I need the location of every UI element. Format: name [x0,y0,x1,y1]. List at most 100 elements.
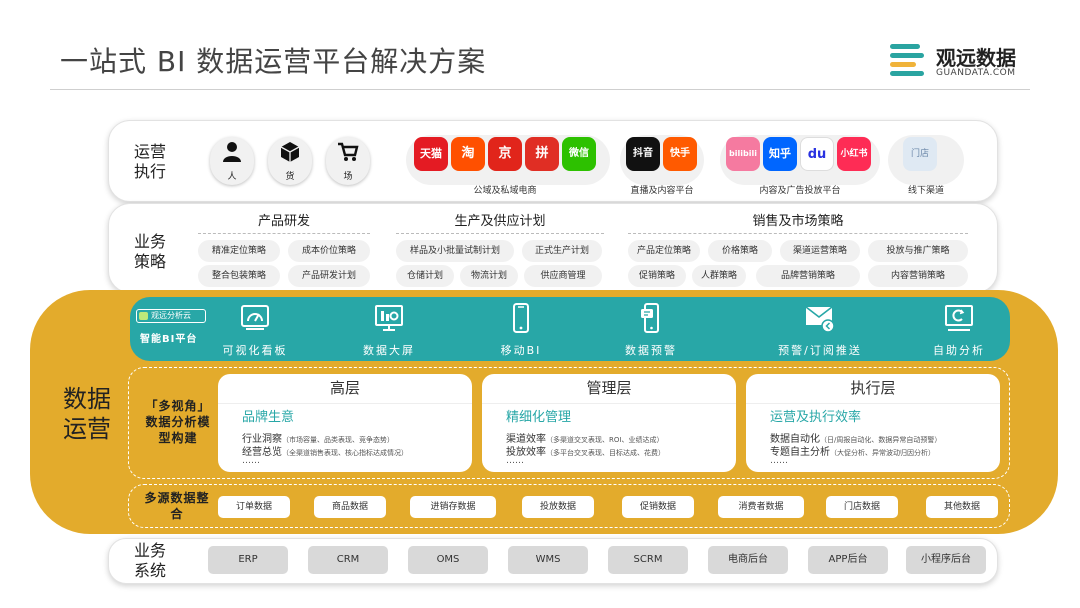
tool-data-alert[interactable]: 数据预警 [596,300,706,358]
entity-person: 人 [210,137,254,185]
level-line: 专题自主分析（大促分析、异常波动归因分析） [770,447,935,458]
strategy-item: 仓储计划 [396,265,454,287]
tool-caption: 数据大屏 [363,344,415,357]
brand-logo: 观远数据 GUANDATA.COM [890,40,1040,84]
source-chip-ads: 投放数据 [522,496,594,518]
title-divider [50,89,1030,90]
system-oms: OMS [408,546,488,574]
entity-caption: 人 [227,172,237,182]
kuaishou-app-icon: 快手 [663,137,697,171]
channel-caption: 线下渠道 [907,186,944,196]
store-app-icon: 门店 [903,137,937,171]
level-title: 执行层 [746,377,1000,404]
system-wms: WMS [508,546,588,574]
source-chip-others: 其他数据 [926,496,998,518]
entity-caption: 场 [343,172,353,182]
bi-platform-subtitle: 智能BI平台 [140,334,198,345]
source-chip-consumers: 消费者数据 [718,496,804,518]
level-card-executive: 高层 品牌生意 行业洞察（市场容量、品类表现、竞争态势） 经营总览（全渠道销售表… [218,374,472,472]
system-crm: CRM [308,546,388,574]
level-card-management: 管理层 精细化管理 渠道效率（多渠道交叉表现、ROI、业绩达成） 投放效率（多平… [482,374,736,472]
bi-platform-badge: 观远分析云 [136,309,206,323]
douyin-app-icon: 抖音 [626,137,660,171]
system-app-backend: APP后台 [808,546,888,574]
system-miniprogram-backend: 小程序后台 [906,546,986,574]
strategy-item: 价格策略 [708,240,772,262]
wechat-app-icon: 微信 [562,137,596,171]
strategy-item: 内容营销策略 [868,265,968,287]
system-ecommerce-backend: 电商后台 [708,546,788,574]
auto-analysis-icon [945,305,973,331]
tool-bigscreen[interactable]: 数据大屏 [334,300,444,358]
screen-icon [375,305,403,331]
mobile-icon [513,303,529,333]
level-more: …… [506,456,524,466]
strategy-group-title: 生产及供应计划 [396,210,604,234]
level-more: …… [770,456,788,466]
logo-domain: GUANDATA.COM [936,68,1016,78]
strategy-group-title: 销售及市场策略 [628,210,968,234]
source-chip-stores: 门店数据 [826,496,898,518]
strategy-item: 供应商管理 [524,265,602,287]
strategy-item: 整合包装策略 [198,265,280,287]
strategy-item: 样品及小批量试制计划 [396,240,514,262]
strategy-item: 投放与推广策略 [868,240,968,262]
tmall-app-icon: 天猫 [414,137,448,171]
level-line: 投放效率（多平台交叉表现、目标达成、花费） [506,447,665,458]
level-more: …… [242,456,260,466]
level-title: 高层 [218,377,472,404]
tool-subscription-push[interactable]: 预警/订阅推送 [752,300,888,358]
strategy-item: 促销策略 [628,265,686,287]
tool-caption: 预警/订阅推送 [778,344,862,357]
strategy-item: 成本价位策略 [288,240,370,262]
level-card-operations: 执行层 运营及执行效率 数据自动化（日/周报自动化、数据异常自动预警） 专题自主… [746,374,1000,472]
strategy-group-title: 产品研发 [198,210,370,234]
strategy-item: 物流计划 [460,265,518,287]
strategy-item: 正式生产计划 [522,240,602,262]
zhihu-app-icon: 知乎 [763,137,797,171]
ops-exec-label: 运营执行 [133,142,166,181]
system-erp: ERP [208,546,288,574]
tool-mobile-bi[interactable]: 移动BI [466,300,576,358]
tool-caption: 可视化看板 [222,344,288,357]
tool-self-analysis[interactable]: 自助分析 [904,300,1014,358]
strategy-item: 产品定位策略 [628,240,700,262]
biz-systems-label: 业务系统 [133,541,166,580]
multi-view-label: 「多视角」数据分析模型构建 [145,399,211,445]
xiaohongshu-app-icon: 小红书 [837,137,871,171]
cube-icon [268,141,312,169]
data-ops-label: 数据运营 [63,385,111,443]
gauge-icon [241,305,269,330]
person-icon [210,141,254,169]
source-chip-products: 商品数据 [314,496,386,518]
mail-icon [805,306,835,333]
channel-caption: 直播及内容平台 [630,186,694,196]
cart-icon [326,141,370,169]
alert-phone-icon [641,303,659,333]
tool-caption: 数据预警 [625,344,677,357]
level-subtitle: 运营及执行效率 [770,410,862,425]
tool-caption: 移动BI [500,344,542,357]
strategy-item: 人群策略 [692,265,746,287]
baidu-app-icon: du [800,137,834,171]
level-subtitle: 品牌生意 [242,410,295,425]
strategy-item: 渠道运营策略 [780,240,860,262]
source-chip-promotion: 促销数据 [622,496,694,518]
logo-name: 观远数据 [936,46,1016,70]
biz-strategy-label: 业务策略 [133,232,166,271]
bi-badge-text: 观远分析云 [151,311,191,320]
strategy-item: 产品研发计划 [288,265,370,287]
source-chip-orders: 订单数据 [218,496,290,518]
tool-dashboard[interactable]: 可视化看板 [200,300,310,358]
data-source-label: 多源数据整合 [144,491,210,521]
pinduoduo-app-icon: 拼 [525,137,559,171]
tool-caption: 自助分析 [933,344,985,357]
channel-caption: 内容及广告投放平台 [759,186,841,196]
taobao-app-icon: 淘 [451,137,485,171]
channel-caption: 公域及私域电商 [473,186,537,196]
page-title: 一站式 BI 数据运营平台解决方案 [60,45,487,78]
entity-caption: 货 [285,172,295,182]
bilibili-app-icon: bilibili [726,137,760,171]
system-scrm: SCRM [608,546,688,574]
level-subtitle: 精细化管理 [506,410,572,425]
